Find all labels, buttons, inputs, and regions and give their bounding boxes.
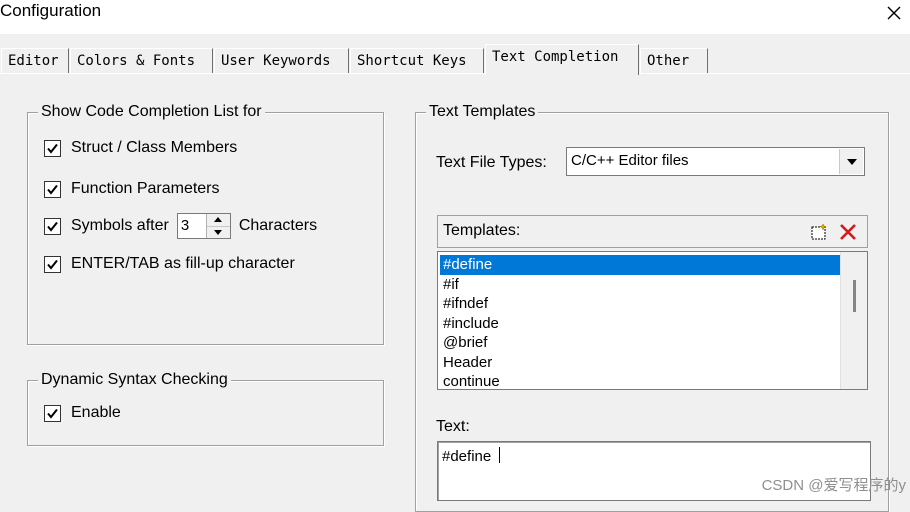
text-templates-title: Text Templates <box>426 101 539 123</box>
function-params-option: Function Parameters <box>44 180 220 198</box>
triangle-down-icon <box>214 229 223 235</box>
syntax-checking-group: Dynamic Syntax Checking Enable <box>27 369 384 446</box>
file-types-value: C/C++ Editor files <box>571 152 689 169</box>
spinner-buttons <box>205 214 230 239</box>
list-item[interactable]: #include <box>440 314 840 334</box>
file-types-dropdown[interactable]: C/C++ Editor files <box>566 147 865 176</box>
checkmark-icon <box>47 221 58 232</box>
symbols-count-input[interactable]: 3 <box>178 214 206 238</box>
window-title: Configuration <box>0 1 102 20</box>
title-bar: Configuration <box>0 0 910 34</box>
enter-tab-option: ENTER/TAB as fill-up character <box>44 255 295 273</box>
tab-editor[interactable]: Editor <box>1 48 69 75</box>
list-item[interactable]: #ifndef <box>440 294 840 314</box>
watermark: CSDN @爱写程序的y <box>761 477 906 494</box>
enter-tab-checkbox[interactable] <box>44 255 61 273</box>
checkmark-icon <box>47 259 58 270</box>
symbols-after-checkbox[interactable] <box>44 217 61 235</box>
symbols-count-spinner: 3 <box>176 213 231 239</box>
list-item[interactable]: @brief <box>440 333 840 353</box>
delete-icon <box>840 224 856 240</box>
completion-list-group: Show Code Completion List for Struct / C… <box>27 101 384 345</box>
checkmark-icon <box>47 408 58 419</box>
struct-members-checkbox[interactable] <box>44 139 61 157</box>
text-caret <box>499 447 501 463</box>
tab-colors-fonts[interactable]: Colors & Fonts <box>70 48 213 75</box>
spinner-up-button[interactable] <box>206 214 230 227</box>
list-item[interactable]: Header <box>440 353 840 373</box>
tab-strip: Editor Colors & Fonts User Keywords Shor… <box>0 44 910 75</box>
syntax-checking-title: Dynamic Syntax Checking <box>38 369 231 391</box>
tab-text-completion[interactable]: Text Completion <box>485 44 639 75</box>
templates-label: Templates: <box>443 222 521 239</box>
text-label: Text: <box>436 418 470 435</box>
triangle-up-icon <box>214 217 223 223</box>
template-text-value: #define <box>442 447 501 465</box>
list-item[interactable]: #if <box>440 275 840 295</box>
templates-header: Templates: <box>437 215 868 248</box>
delete-template-button[interactable] <box>834 219 862 245</box>
file-types-label: Text File Types: <box>436 154 547 171</box>
new-template-icon <box>811 223 827 240</box>
tab-shortcut-keys[interactable]: Shortcut Keys <box>350 48 484 75</box>
checkmark-icon <box>47 184 58 195</box>
tab-panel: Show Code Completion List for Struct / C… <box>0 73 910 512</box>
close-button[interactable] <box>878 0 910 26</box>
templates-list[interactable]: #define #if #ifndef #include @brief Head… <box>437 251 868 390</box>
enter-tab-label: ENTER/TAB as fill-up character <box>71 255 295 272</box>
list-item[interactable]: continue <box>440 372 840 389</box>
scrollbar-thumb[interactable] <box>853 280 856 312</box>
symbols-suffix-label: Characters <box>238 217 318 234</box>
struct-members-option: Struct / Class Members <box>44 139 237 157</box>
close-icon <box>887 6 901 20</box>
symbols-after-option: Symbols after 3 Characters <box>44 213 317 239</box>
chevron-down-icon <box>846 158 857 165</box>
syntax-enable-label: Enable <box>71 404 121 421</box>
new-template-button[interactable] <box>805 219 833 245</box>
list-item[interactable]: #define <box>440 255 840 275</box>
spinner-down-button[interactable] <box>207 227 230 239</box>
tab-other[interactable]: Other <box>640 48 708 75</box>
template-text-content: #define <box>442 448 492 465</box>
dropdown-arrow[interactable] <box>839 149 863 174</box>
struct-members-label: Struct / Class Members <box>71 139 238 156</box>
function-params-label: Function Parameters <box>71 180 220 197</box>
checkmark-icon <box>47 143 58 154</box>
tab-user-keywords[interactable]: User Keywords <box>214 48 349 75</box>
completion-list-title: Show Code Completion List for <box>38 101 265 123</box>
syntax-enable-option: Enable <box>44 404 121 422</box>
templates-scrollbar[interactable] <box>840 252 867 389</box>
function-params-checkbox[interactable] <box>44 180 61 198</box>
symbols-after-label: Symbols after <box>71 217 169 234</box>
syntax-enable-checkbox[interactable] <box>44 404 61 422</box>
